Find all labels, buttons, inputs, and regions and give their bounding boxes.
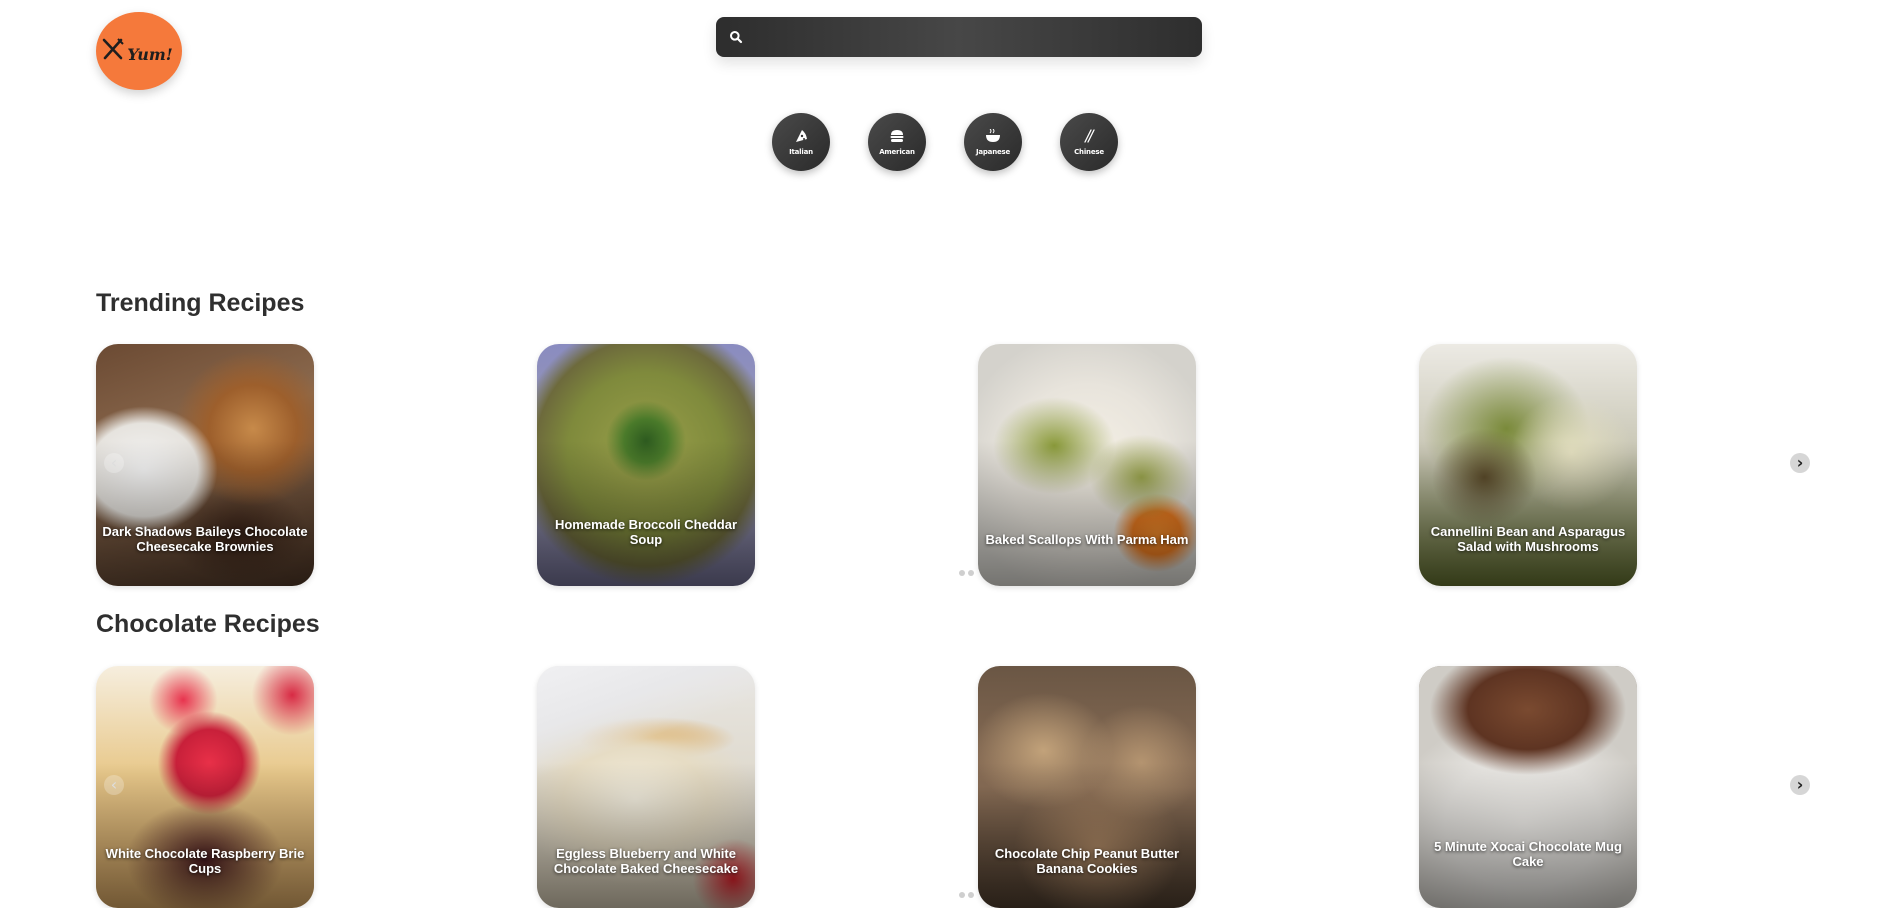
carousel-next-button[interactable]: › [1790,453,1810,473]
cuisine-label: Chinese [1074,148,1104,156]
burger-icon [889,128,905,147]
carousel-dots [959,892,974,898]
recipe-card[interactable]: 5 Minute Xocai Chocolate Mug Cake [1419,666,1637,908]
recipe-card[interactable]: Baked Scallops With Parma Ham [978,344,1196,586]
chevron-left-icon: ‹ [110,775,118,794]
cuisine-button-italian[interactable]: Italian [772,113,830,171]
section-title-chocolate: Chocolate Recipes [96,610,320,638]
cuisine-button-japanese[interactable]: Japanese [964,113,1022,171]
recipe-card[interactable]: White Chocolate Raspberry Brie Cups [96,666,314,908]
pizza-icon [793,128,809,147]
cuisine-label: Italian [789,148,813,156]
cuisine-label: Japanese [975,148,1011,156]
recipe-title: Dark Shadows Baileys Chocolate Cheesecak… [102,524,308,554]
search-input[interactable] [743,17,1202,57]
chevron-left-icon: ‹ [110,453,118,472]
recipe-title: Eggless Blueberry and White Chocolate Ba… [553,846,739,876]
carousel-dot[interactable] [968,892,974,898]
cuisine-button-chinese[interactable]: Chinese [1060,113,1118,171]
chevron-right-icon: › [1796,453,1804,472]
recipe-title: Baked Scallops With Parma Ham [985,532,1189,547]
fork-knife-icon [101,37,125,65]
carousel-dots [959,570,974,576]
logo-text: Yum! [127,44,173,64]
recipe-card[interactable]: Eggless Blueberry and White Chocolate Ba… [537,666,755,908]
carousel-next-button[interactable]: › [1790,775,1810,795]
carousel-chocolate: White Chocolate Raspberry Brie Cups Eggl… [96,666,1816,908]
carousel-prev-button[interactable]: ‹ [104,775,124,795]
recipe-card[interactable]: Homemade Broccoli Cheddar Soup [537,344,755,586]
card-overlay [537,344,755,586]
cuisine-label: American [879,148,915,156]
chevron-right-icon: › [1796,775,1804,794]
carousel-prev-button[interactable]: ‹ [104,453,124,473]
recipe-title: Homemade Broccoli Cheddar Soup [554,517,738,547]
search-icon [729,30,743,44]
search-bar[interactable] [716,17,1202,57]
cuisine-button-american[interactable]: American [868,113,926,171]
recipe-card[interactable]: Dark Shadows Baileys Chocolate Cheesecak… [96,344,314,586]
carousel-dot[interactable] [959,892,965,898]
carousel-dot[interactable] [959,570,965,576]
card-overlay [978,344,1196,586]
chopsticks-icon [1081,128,1097,147]
recipe-title: Chocolate Chip Peanut Butter Banana Cook… [994,846,1180,876]
logo[interactable]: Yum! [96,12,182,90]
recipe-card[interactable]: Cannellini Bean and Asparagus Salad with… [1419,344,1637,586]
section-title-trending: Trending Recipes [96,289,305,317]
carousel-trending: Dark Shadows Baileys Chocolate Cheesecak… [96,344,1816,586]
recipe-title: Cannellini Bean and Asparagus Salad with… [1430,524,1626,554]
recipe-title: 5 Minute Xocai Chocolate Mug Cake [1434,839,1622,869]
recipe-card[interactable]: Chocolate Chip Peanut Butter Banana Cook… [978,666,1196,908]
cuisine-nav: Italian American Japanese Chinese [772,113,1118,171]
card-overlay [1419,666,1637,908]
recipe-title: White Chocolate Raspberry Brie Cups [105,846,305,876]
ramen-bowl-icon [985,128,1001,147]
carousel-dot[interactable] [968,570,974,576]
